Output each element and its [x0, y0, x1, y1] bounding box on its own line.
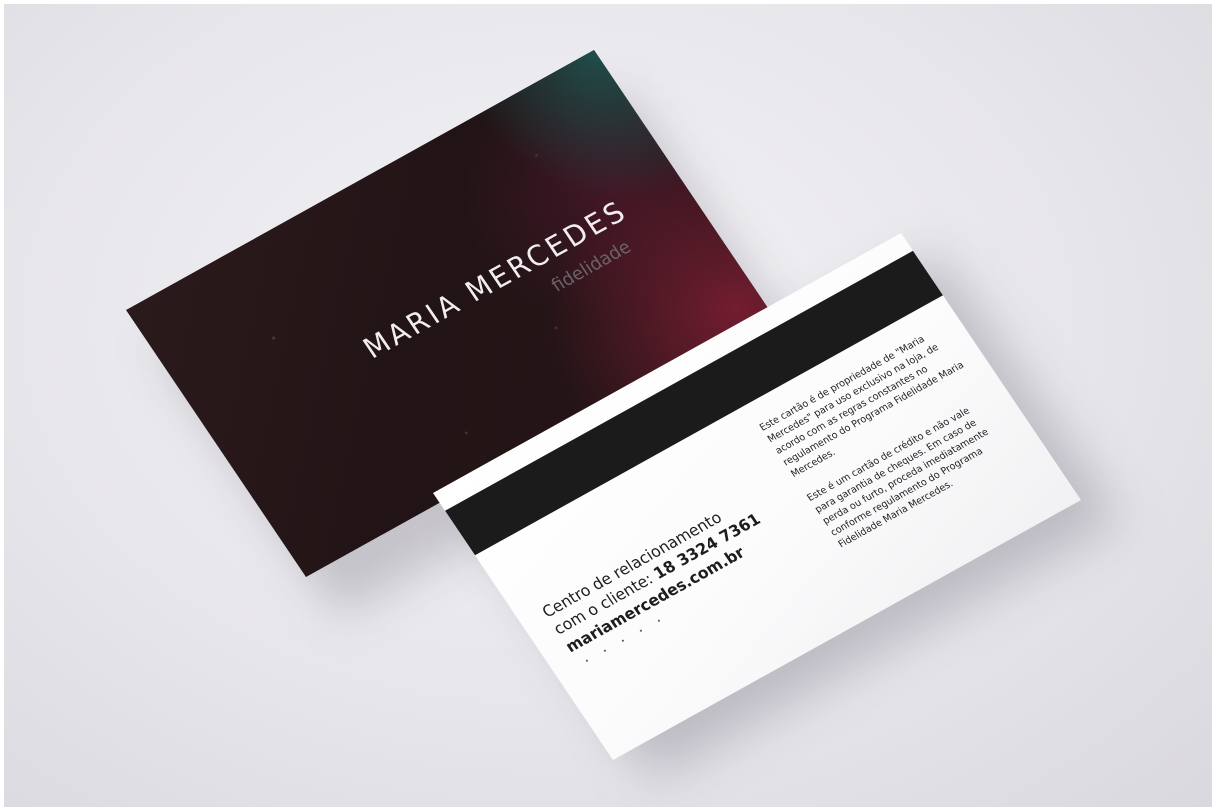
contact-block: Centro de relacionamento com o cliente: … [539, 491, 787, 667]
brand-subtitle: fidelidade [547, 236, 636, 297]
dot [603, 649, 607, 653]
dot [639, 629, 643, 633]
dot [585, 659, 589, 663]
dot [621, 639, 625, 643]
dot [657, 619, 661, 623]
brand-name: MARIA MERCEDES [357, 194, 634, 366]
mockup-scene: MARIA MERCEDES fidelidade Centro de rela… [0, 0, 1216, 807]
